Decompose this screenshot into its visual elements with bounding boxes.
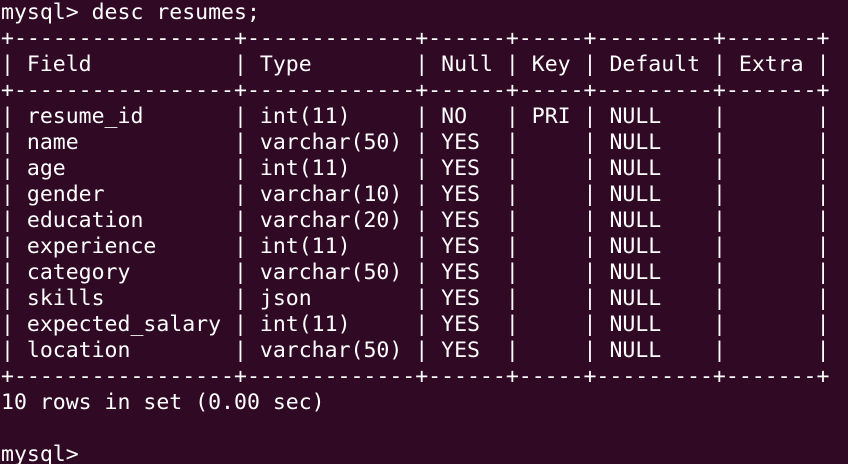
row-extra-cell	[739, 312, 804, 337]
row-default-cell: NULL	[609, 260, 701, 285]
row-type-cell: json	[259, 286, 403, 311]
table-separator-header: +-----------------+-------------+------+…	[1, 78, 830, 103]
table-header-row: | Field | Type | Null | Key | Default | …	[1, 52, 830, 77]
row-type-cell: varchar(50)	[259, 338, 403, 363]
row-default-cell: NULL	[609, 104, 701, 129]
table-row: | skills | json | YES | | NULL | |	[1, 286, 830, 311]
row-default-cell: NULL	[609, 234, 701, 259]
row-null-cell: YES	[441, 182, 493, 207]
table-row: | name | varchar(50) | YES | | NULL | |	[1, 130, 830, 155]
row-null-cell: YES	[441, 338, 493, 363]
row-extra-cell	[739, 338, 804, 363]
row-null-cell: YES	[441, 234, 493, 259]
row-field-cell: age	[26, 156, 222, 181]
row-extra-cell	[739, 286, 804, 311]
row-null-cell: YES	[441, 130, 493, 155]
row-key-cell	[532, 208, 571, 233]
row-key-cell	[532, 130, 571, 155]
row-null-cell: YES	[441, 312, 493, 337]
row-extra-cell	[739, 130, 804, 155]
row-type-cell: int(11)	[259, 104, 403, 129]
header-key-cell: Key	[531, 52, 571, 77]
row-field-cell: expected_salary	[26, 312, 222, 337]
terminal-window[interactable]: mysql> desc resumes; +-----------------+…	[0, 0, 848, 464]
prompt: mysql>	[1, 442, 92, 464]
row-key-cell	[532, 260, 571, 285]
row-field-cell: experience	[26, 234, 222, 259]
row-default-cell: NULL	[609, 156, 701, 181]
row-type-cell: varchar(10)	[259, 182, 403, 207]
header-default-cell: Default	[609, 52, 701, 77]
row-key-cell	[532, 286, 571, 311]
table-row: | gender | varchar(10) | YES | | NULL | …	[1, 182, 830, 207]
row-key-cell	[532, 338, 571, 363]
table-row: | category | varchar(50) | YES | | NULL …	[1, 260, 830, 285]
row-key-cell: PRI	[531, 104, 571, 129]
row-default-cell: NULL	[609, 130, 701, 155]
command-line: mysql> desc resumes;	[1, 0, 260, 25]
row-field-cell: resume_id	[26, 104, 222, 129]
header-extra-cell: Extra	[738, 52, 804, 77]
row-null-cell: YES	[441, 208, 493, 233]
row-default-cell: NULL	[609, 182, 701, 207]
row-field-cell: gender	[26, 182, 222, 207]
header-field-cell: Field	[26, 52, 222, 77]
table-separator-top: +-----------------+-------------+------+…	[1, 26, 830, 51]
table-row: | experience | int(11) | YES | | NULL | …	[1, 234, 830, 259]
row-default-cell: NULL	[609, 312, 701, 337]
row-extra-cell	[739, 260, 804, 285]
row-default-cell: NULL	[609, 338, 701, 363]
prompt-line[interactable]: mysql>	[1, 442, 848, 464]
table-separator-bottom: +-----------------+-------------+------+…	[1, 364, 830, 389]
row-default-cell: NULL	[609, 208, 701, 233]
row-key-cell	[532, 312, 571, 337]
table-row: | age | int(11) | YES | | NULL | |	[1, 156, 830, 181]
row-field-cell: skills	[26, 286, 222, 311]
table-row: | resume_id | int(11) | NO | PRI | NULL …	[1, 104, 830, 129]
header-type-cell: Type	[259, 52, 403, 77]
table-body: | resume_id | int(11) | NO | PRI | NULL …	[1, 104, 848, 364]
row-type-cell: int(11)	[259, 234, 403, 259]
row-type-cell: varchar(50)	[259, 260, 403, 285]
header-null-cell: Null	[441, 52, 493, 77]
table-row: | location | varchar(50) | YES | | NULL …	[1, 338, 830, 363]
row-null-cell: YES	[441, 286, 493, 311]
row-field-cell: category	[26, 260, 222, 285]
row-default-cell: NULL	[609, 286, 701, 311]
row-type-cell: int(11)	[259, 156, 403, 181]
row-type-cell: varchar(20)	[259, 208, 403, 233]
row-type-cell: varchar(50)	[259, 130, 403, 155]
row-extra-cell	[739, 104, 804, 129]
row-extra-cell	[739, 234, 804, 259]
row-extra-cell	[739, 208, 804, 233]
row-extra-cell	[739, 156, 804, 181]
row-key-cell	[532, 234, 571, 259]
row-null-cell: YES	[441, 260, 493, 285]
row-key-cell	[532, 156, 571, 181]
row-type-cell: int(11)	[259, 312, 403, 337]
row-field-cell: location	[26, 338, 222, 363]
table-row: | expected_salary | int(11) | YES | | NU…	[1, 312, 830, 337]
row-null-cell: NO	[441, 104, 493, 129]
result-summary: 10 rows in set (0.00 sec)	[1, 390, 325, 415]
row-key-cell	[532, 182, 571, 207]
row-extra-cell	[739, 182, 804, 207]
row-null-cell: YES	[441, 156, 493, 181]
row-field-cell: education	[26, 208, 222, 233]
row-field-cell: name	[26, 130, 222, 155]
table-row: | education | varchar(20) | YES | | NULL…	[1, 208, 830, 233]
